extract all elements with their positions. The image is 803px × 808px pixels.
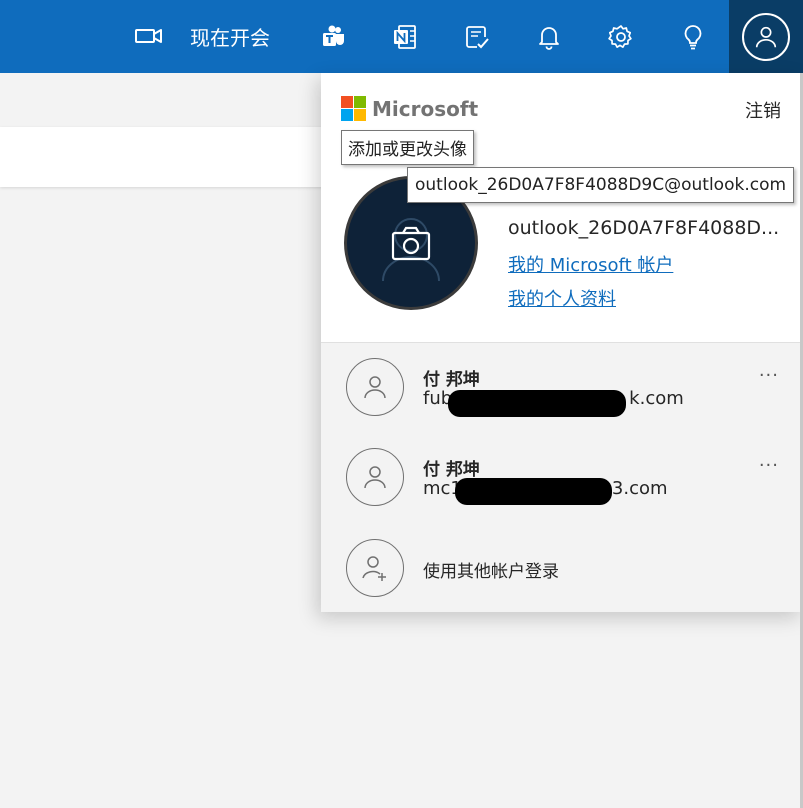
my-profile-link[interactable]: 我的个人资料 — [508, 285, 616, 311]
account-manager-button[interactable] — [729, 0, 803, 73]
change-avatar-tooltip: 添加或更改头像 — [341, 130, 474, 165]
account-name: 付 邦坤 — [423, 370, 480, 390]
other-accounts-section: 付 邦坤 fub k.com ··· 付 邦坤 mc1 3.com ··· 使用其他… — [321, 342, 803, 612]
notifications-button[interactable] — [531, 18, 567, 56]
todo-icon — [466, 26, 489, 49]
other-account-row[interactable]: 付 邦坤 fub k.com ··· — [321, 343, 803, 431]
sign-in-other-account-button[interactable]: 使用其他帐户登录 — [321, 537, 803, 601]
email-tooltip: outlook_26D0A7F8F4088D9C@outlook.com — [407, 167, 795, 203]
my-microsoft-account-link[interactable]: 我的 Microsoft 帐户 — [508, 251, 673, 277]
gear-icon — [608, 25, 632, 48]
more-options-button[interactable]: ··· — [759, 455, 779, 476]
microsoft-logo-icon — [341, 96, 366, 121]
microsoft-brand-text: Microsoft — [372, 96, 479, 121]
background-card — [0, 127, 330, 187]
sign-out-button[interactable]: 注销 — [745, 97, 781, 123]
teams-button[interactable] — [315, 18, 351, 56]
account-avatar — [346, 448, 404, 506]
onenote-icon — [394, 25, 416, 49]
sign-in-other-account-label: 使用其他帐户登录 — [423, 562, 559, 582]
account-email: outlook_26D0A7F8F4088D... — [508, 217, 780, 239]
email-suffix: k.com — [629, 388, 684, 409]
add-person-icon — [362, 556, 386, 581]
lightbulb-icon — [684, 25, 702, 50]
email-suffix: 3.com — [611, 478, 668, 499]
camera-icon — [382, 218, 440, 282]
bell-icon — [539, 27, 559, 50]
teams-icon — [323, 25, 344, 46]
person-icon — [755, 26, 777, 47]
other-account-row[interactable]: 付 邦坤 mc1 3.com ··· — [321, 433, 803, 521]
todo-button[interactable] — [459, 18, 495, 56]
settings-button[interactable] — [603, 18, 639, 56]
onenote-button[interactable] — [387, 18, 423, 56]
account-name: 付 邦坤 — [423, 460, 480, 480]
meet-now-button[interactable]: 现在开会 — [134, 18, 270, 54]
more-options-button[interactable]: ··· — [759, 365, 779, 386]
person-icon — [364, 466, 386, 489]
redaction-mark — [455, 478, 612, 505]
account-avatar — [742, 12, 790, 61]
top-bar: 现在开会 — [0, 0, 803, 73]
redaction-mark — [448, 390, 626, 417]
microsoft-logo: Microsoft — [341, 96, 478, 121]
add-account-avatar — [346, 539, 404, 597]
meet-now-label: 现在开会 — [190, 25, 270, 50]
account-avatar — [346, 358, 404, 416]
video-icon — [135, 29, 162, 43]
person-icon — [364, 376, 386, 399]
tips-button[interactable] — [675, 18, 711, 56]
